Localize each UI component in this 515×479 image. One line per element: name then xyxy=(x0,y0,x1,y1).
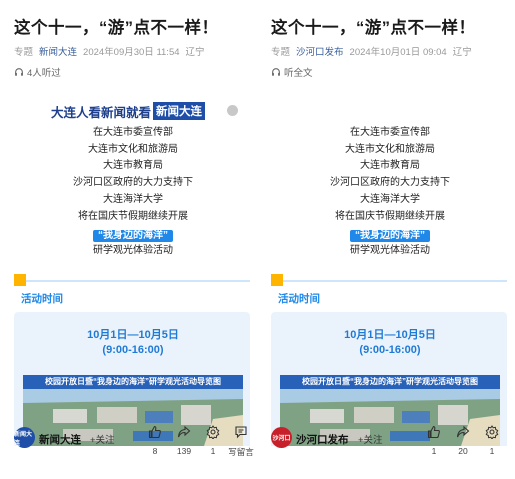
share-count: 20 xyxy=(458,446,468,456)
comment-icon xyxy=(235,426,247,439)
share-icon xyxy=(456,425,470,438)
publish-datetime: 2024年10月01日 09:04 xyxy=(349,47,447,58)
banner-close-icon[interactable] xyxy=(227,105,238,116)
region-label: 辽宁 xyxy=(185,47,205,58)
listen-label: 4人听过 xyxy=(27,68,61,79)
section-marker xyxy=(271,274,283,286)
body-line: 在大连市委宣传部 xyxy=(93,127,173,138)
settings-button[interactable]: 1 xyxy=(200,425,226,456)
highlight-pill: “我身边的海洋” xyxy=(350,230,430,243)
body-line: 大连海洋大学 xyxy=(103,193,163,205)
listen-label: 听全文 xyxy=(284,68,313,79)
topic-tag: 专题 xyxy=(14,47,34,58)
source-link[interactable]: 沙河口发布 xyxy=(296,47,344,58)
body-line: 大连市文化和旅游局 xyxy=(88,143,178,155)
headphones-icon xyxy=(272,68,280,76)
follow-button[interactable]: +关注 xyxy=(90,432,115,446)
highlight-pill: “我身边的海洋” xyxy=(93,230,173,243)
settings-count: 1 xyxy=(489,446,495,456)
avatar-text: 新闻大连 xyxy=(14,431,33,447)
comment-label: 写留言 xyxy=(228,447,254,457)
source-link[interactable]: 新闻大连 xyxy=(39,47,77,58)
event-hours: (9:00-16:00) xyxy=(102,344,164,356)
promo-banner: 大连人看新闻就看 新闻大连 xyxy=(45,99,211,123)
account-name[interactable]: 沙河口发布 xyxy=(296,432,349,447)
thumbs-up-icon xyxy=(427,425,440,439)
account-name[interactable]: 新闻大连 xyxy=(39,432,81,447)
body-line: 将在国庆节假期继续开展 xyxy=(78,210,188,222)
body-line: 沙河口区政府的大力支持下 xyxy=(73,177,193,189)
body-line: 研学观光体验活动 xyxy=(350,245,430,257)
account-avatar[interactable]: 沙河口 xyxy=(271,427,292,448)
share-icon xyxy=(177,425,191,438)
gear-icon xyxy=(485,425,499,440)
topic-tag: 专题 xyxy=(271,47,291,58)
article-body: 在大连市委宣传部 大连市文化和旅游局 大连市教育局 沙河口区政府的大力支持下 大… xyxy=(265,125,515,260)
comment-button[interactable]: 写留言 xyxy=(228,425,254,458)
share-button[interactable]: 139 xyxy=(171,425,197,456)
body-line: 大连市文化和旅游局 xyxy=(345,143,435,155)
like-button[interactable]: 1 xyxy=(421,425,447,456)
event-dates: 10月1日—10月5日 xyxy=(87,329,179,341)
map-title: 校园开放日暨“我身边的海洋”研学观光活动导览图 xyxy=(23,375,243,389)
section-divider xyxy=(14,280,250,282)
article-title: 这个十一，“游”点不一样！ xyxy=(271,19,476,37)
avatar-text: 沙河口 xyxy=(272,436,291,442)
body-line: 在大连市委宣传部 xyxy=(350,127,430,138)
map-title: 校园开放日暨“我身边的海洋”研学观光活动导览图 xyxy=(280,375,500,389)
article-meta: 专题 沙河口发布 2024年10月01日 09:04 辽宁 xyxy=(271,44,472,58)
listen-button[interactable]: 听全文 xyxy=(271,65,313,79)
banner-highlight: 新闻大连 xyxy=(153,102,205,120)
share-count: 139 xyxy=(176,446,192,456)
section-title: 活动时间 xyxy=(21,293,63,305)
banner-text: 大连人看新闻就看 xyxy=(50,104,151,120)
like-count: 8 xyxy=(152,446,158,456)
section-title: 活动时间 xyxy=(278,293,320,305)
article-title: 这个十一，“游”点不一样！ xyxy=(14,19,219,37)
body-line: 将在国庆节假期继续开展 xyxy=(335,210,445,222)
event-hours: (9:00-16:00) xyxy=(359,344,421,356)
section-divider xyxy=(271,280,507,282)
region-label: 辽宁 xyxy=(452,47,472,58)
bottom-bar xyxy=(265,446,515,479)
body-line: 大连海洋大学 xyxy=(360,193,420,205)
event-dates: 10月1日—10月5日 xyxy=(344,329,436,341)
settings-button[interactable]: 1 xyxy=(479,425,505,456)
article-meta: 专题 新闻大连 2024年09月30日 11:54 辽宁 xyxy=(14,44,205,58)
article-panel-right: 这个十一，“游”点不一样！ 专题 沙河口发布 2024年10月01日 09:04 辽宁… xyxy=(265,0,515,479)
gear-icon xyxy=(206,425,220,440)
settings-count: 1 xyxy=(210,446,216,456)
listen-button[interactable]: 4人听过 xyxy=(14,65,61,79)
article-body: 在大连市委宣传部 大连市文化和旅游局 大连市教育局 沙河口区政府的大力支持下 大… xyxy=(8,125,258,260)
headphones-icon xyxy=(15,68,23,76)
publish-datetime: 2024年09月30日 11:54 xyxy=(83,47,180,58)
body-line: 大连市教育局 xyxy=(360,160,420,172)
like-button[interactable]: 8 xyxy=(142,425,168,456)
body-line: 大连市教育局 xyxy=(103,160,163,172)
share-button[interactable]: 20 xyxy=(450,425,476,456)
section-marker xyxy=(14,274,26,286)
like-count: 1 xyxy=(431,446,437,456)
account-avatar[interactable]: 新闻大连 xyxy=(14,427,35,448)
body-line: 研学观光体验活动 xyxy=(93,245,173,257)
thumbs-up-icon xyxy=(148,425,161,439)
follow-button[interactable]: +关注 xyxy=(358,432,383,446)
article-panel-left: 这个十一，“游”点不一样！ 专题 新闻大连 2024年09月30日 11:54 辽宁 … xyxy=(8,0,258,479)
body-line: 沙河口区政府的大力支持下 xyxy=(330,177,450,189)
